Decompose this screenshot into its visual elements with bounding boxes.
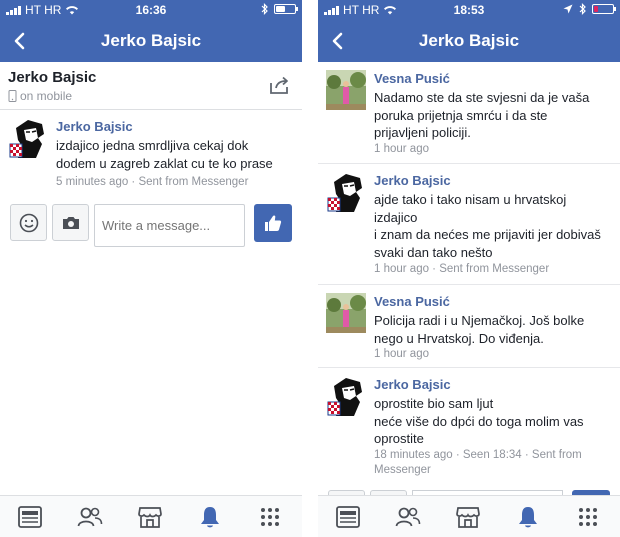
more-menu-icon (579, 508, 597, 526)
tab-more[interactable] (257, 504, 283, 530)
message-author[interactable]: Jerko Bajsic (374, 173, 451, 188)
sender-avatar[interactable] (326, 293, 366, 333)
status-time: 16:36 (135, 3, 167, 17)
contact-header: Jerko Bajsic on mobile (0, 62, 302, 110)
thumbs-up-icon (265, 215, 282, 231)
tab-news-feed[interactable] (17, 504, 43, 530)
share-icon (270, 76, 288, 94)
sender-avatar[interactable] (326, 172, 366, 212)
tab-marketplace[interactable] (455, 504, 481, 530)
left-screenshot: HT HR 16:36 Jerko Bajsic Jerko Bajsic on… (0, 0, 302, 537)
message-line: i znam da nećes me prijaviti jer dobivaš (374, 227, 601, 242)
message-item: Jerko Bajsic oprostite bio sam ljut neće… (318, 368, 620, 490)
battery-icon (592, 4, 616, 14)
marketplace-icon (456, 507, 480, 528)
message-line: izdajico (374, 209, 418, 225)
bottom-tab-bar (0, 495, 302, 537)
message-line: izdajico jedna smrdljiva cekaj dok (56, 138, 249, 153)
message-line: prijavljeni policiji. (374, 125, 471, 140)
like-button[interactable] (254, 204, 292, 242)
tab-news-feed[interactable] (335, 504, 361, 530)
tab-friends[interactable] (77, 504, 103, 530)
location-arrow-icon (563, 4, 573, 14)
message-meta: 1 hour ago (374, 348, 429, 360)
message-item: Jerko Bajsic izdajico jedna smrdljiva ce… (0, 110, 302, 200)
contact-presence: on mobile (8, 89, 72, 103)
smiley-icon (19, 213, 38, 232)
notifications-bell-icon (519, 507, 537, 528)
screenshot-gap (302, 0, 318, 537)
news-feed-icon (336, 506, 360, 528)
status-bar: HT HR 18:53 (318, 0, 620, 20)
message-line: poruka prijetnja smrću i da ste (374, 107, 548, 123)
message-text: Policija radi i u Njemačkoj. Još bolke n… (374, 312, 614, 347)
right-screenshot: HT HR 18:53 Jerko Bajsic Vesna Pusić Nad (318, 0, 620, 537)
tab-marketplace[interactable] (137, 504, 163, 530)
message-line: neće više do dpći do toga molim vas (374, 413, 584, 429)
bluetooth-icon (579, 3, 586, 15)
message-line: Nadamo ste da ste svjesni da je vaša (374, 90, 590, 105)
message-line: ajde tako i tako nisam u hrvatskoj (374, 192, 567, 207)
avatar-image (8, 118, 48, 158)
marketplace-icon (138, 507, 162, 528)
contact-name[interactable]: Jerko Bajsic (8, 69, 96, 86)
message-line: oprostite bio sam ljut (374, 396, 494, 411)
message-item: Vesna Pusić Nadamo ste da ste svjesni da… (318, 62, 620, 163)
message-meta: 1 hour ago · Sent from Messenger (374, 263, 550, 275)
more-menu-icon (261, 508, 279, 526)
message-item: Vesna Pusić Policija radi i u Njemačkoj.… (318, 285, 620, 367)
message-author[interactable]: Jerko Bajsic (374, 377, 451, 392)
message-line: Policija radi i u Njemačkoj. Još bolke (374, 313, 585, 328)
sticker-button[interactable] (10, 204, 47, 241)
share-button[interactable] (268, 74, 290, 96)
friends-icon (395, 507, 421, 527)
message-line: oprostite (374, 431, 424, 446)
message-author[interactable]: Vesna Pusić (374, 71, 450, 86)
message-text: izdajico jedna smrdljiva cekaj dok dodem… (56, 137, 296, 172)
tab-friends[interactable] (395, 504, 421, 530)
sender-avatar[interactable] (326, 70, 366, 110)
mobile-icon (8, 90, 17, 102)
friends-icon (77, 507, 103, 527)
news-feed-icon (18, 506, 42, 528)
message-line: nego u Hrvatskoj. Do viđenja. (374, 330, 544, 346)
sender-avatar[interactable] (8, 118, 48, 158)
bluetooth-icon (261, 3, 268, 15)
message-item: Jerko Bajsic ajde tako i tako nisam u hr… (318, 164, 620, 284)
avatar-photo (326, 293, 366, 333)
avatar-photo (326, 70, 366, 110)
nav-bar: Jerko Bajsic (0, 20, 302, 62)
message-text: oprostite bio sam ljut neće više do dpći… (374, 395, 614, 448)
message-meta: 18 minutes ago · Seen 18:34 · Sent from … (374, 449, 582, 476)
sender-avatar[interactable] (326, 376, 366, 416)
battery-icon (274, 4, 298, 14)
avatar-image (326, 376, 366, 416)
message-line: dodem u zagreb zaklat cu te ko prase (56, 155, 273, 171)
message-text: Nadamo ste da ste svjesni da je vaša por… (374, 89, 614, 142)
avatar-image (326, 172, 366, 212)
tab-notifications[interactable] (197, 504, 223, 530)
presence-text: on mobile (20, 89, 73, 103)
message-input[interactable] (94, 204, 245, 247)
message-author[interactable]: Jerko Bajsic (56, 119, 133, 134)
conversation-title: Jerko Bajsic (100, 31, 202, 50)
notifications-bell-icon (201, 507, 219, 528)
message-composer (0, 200, 302, 250)
status-bar: HT HR 16:36 (0, 0, 302, 20)
camera-button[interactable] (52, 204, 89, 241)
message-meta: 5 minutes ago · Sent from Messenger (56, 176, 249, 188)
conversation-title: Jerko Bajsic (418, 31, 520, 50)
message-text: ajde tako i tako nisam u hrvatskoj izdaj… (374, 191, 614, 261)
tab-notifications[interactable] (515, 504, 541, 530)
message-line: svaki dan tako nešto (374, 244, 493, 260)
bottom-tab-bar (318, 495, 620, 537)
nav-bar: Jerko Bajsic (318, 20, 620, 62)
camera-icon (62, 216, 79, 229)
message-meta: 1 hour ago (374, 143, 429, 155)
tab-more[interactable] (575, 504, 601, 530)
message-author[interactable]: Vesna Pusić (374, 294, 450, 309)
